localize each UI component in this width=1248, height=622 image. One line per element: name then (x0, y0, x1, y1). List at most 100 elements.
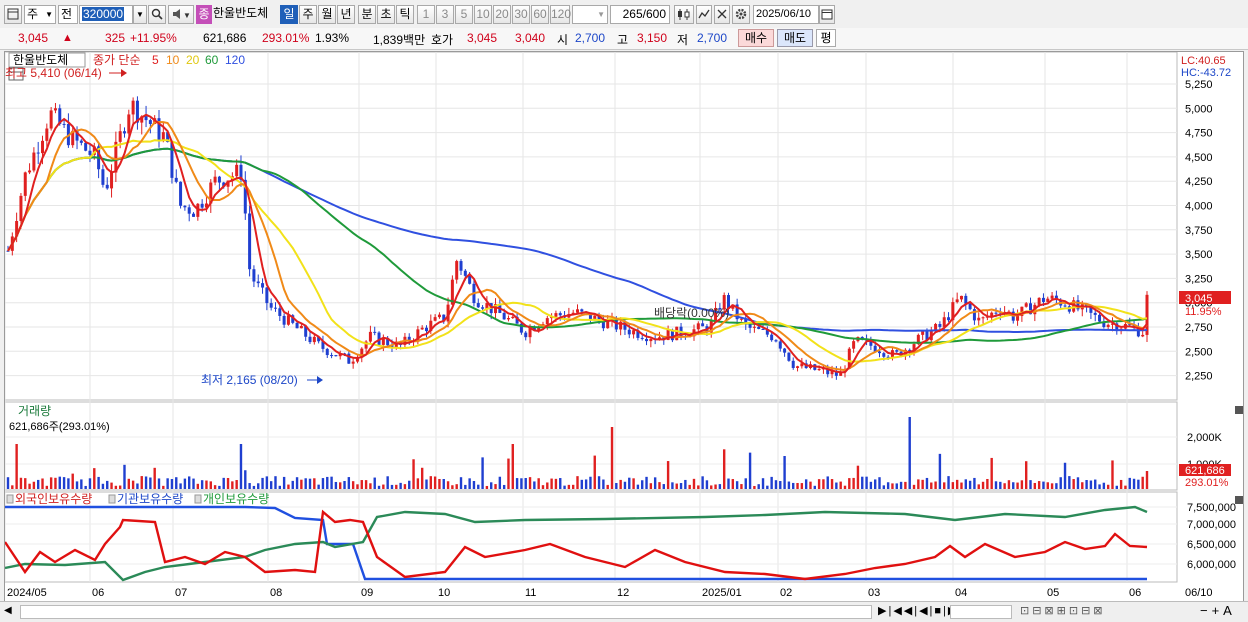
close-panel-icon[interactable] (1235, 406, 1243, 414)
volume-tag-pct: 293.01% (1185, 477, 1229, 489)
volume-bar (873, 479, 877, 489)
custom-interval-select[interactable]: ▼ (572, 5, 608, 24)
candle-body (368, 331, 372, 342)
tab-minute[interactable]: 분 (358, 5, 376, 24)
interval-30[interactable]: 30 (512, 5, 530, 24)
candle-body (299, 325, 303, 329)
volume-bar (964, 479, 967, 489)
candle-body (791, 360, 795, 368)
candle-type-icon[interactable] (674, 5, 694, 24)
volume-bar (580, 479, 584, 489)
holdings-axis-label: 6,000,000 (1187, 559, 1236, 571)
volume-bar (830, 479, 834, 489)
tab-week[interactable]: 주 (299, 5, 317, 24)
tab-second[interactable]: 초 (377, 5, 395, 24)
candle-body (79, 140, 83, 143)
candle-body (817, 369, 821, 371)
mode-select[interactable]: 전 (58, 5, 78, 24)
view-tools-icon[interactable]: ⊡⊟⊠⊞⊡⊟⊠ (1020, 604, 1106, 617)
calendar-icon[interactable] (819, 5, 835, 24)
volume-bar (356, 484, 359, 489)
volume-bar (149, 477, 152, 489)
volume-bar (813, 485, 816, 489)
interval-60[interactable]: 60 (531, 5, 549, 24)
playback-controls-icon[interactable]: ▶|◀◀|◀|■|▶ (878, 604, 958, 617)
zoom-buttons-icon[interactable]: −+A (1200, 603, 1236, 618)
tab-day[interactable]: 일 (280, 5, 298, 24)
volume-bar (222, 477, 225, 489)
chart-menu-icon[interactable] (4, 5, 22, 24)
search-icon[interactable] (148, 5, 166, 24)
buy-button[interactable]: 매수 (738, 29, 774, 47)
code-input[interactable]: 320000 (79, 5, 133, 24)
volume-bar (567, 484, 571, 489)
scroll-left-icon[interactable]: ◀ (4, 605, 12, 616)
volume-bar (610, 427, 614, 489)
tab-month[interactable]: 월 (318, 5, 336, 24)
period-select[interactable]: 주 ▼ (24, 5, 56, 24)
code-dropdown-button[interactable]: ▼ (133, 5, 147, 24)
volume-bar (848, 478, 851, 489)
interval-3[interactable]: 3 (436, 5, 454, 24)
zoom-slider[interactable] (950, 605, 1012, 619)
volume-bar (58, 476, 61, 489)
candle-body (955, 299, 959, 303)
interval-10[interactable]: 10 (474, 5, 492, 24)
svg-text:▼: ▼ (183, 11, 191, 20)
candle-body (312, 336, 316, 343)
volume-bar (19, 477, 23, 489)
tab-tick[interactable]: 틱 (396, 5, 414, 24)
candle-body (23, 172, 27, 196)
candle-body (1106, 324, 1110, 328)
tab-year[interactable]: 년 (337, 5, 355, 24)
volume-bar (1033, 482, 1037, 489)
candle-body (1024, 303, 1028, 307)
candle-body (252, 269, 256, 282)
volume-bar (118, 485, 122, 489)
candle-body (248, 213, 252, 270)
price-axis-label: 4,500 (1185, 152, 1213, 164)
hc-label: HC:-43.72 (1181, 67, 1231, 79)
volume-bar (977, 484, 980, 489)
date-input[interactable]: 2025/06/10 (753, 5, 819, 24)
candle-body (122, 131, 126, 134)
gear-icon[interactable] (732, 5, 750, 24)
pattern-icon[interactable] (714, 5, 730, 24)
indicator-icon[interactable] (696, 5, 712, 24)
volume-info: 621,686주(293.01%) (9, 421, 110, 433)
speaker-icon[interactable]: ▼ (168, 5, 194, 24)
volume-bar (455, 484, 458, 489)
sell-button[interactable]: 매도 (777, 29, 813, 47)
interval-1[interactable]: 1 (417, 5, 435, 24)
legend-ma5: 5 (152, 53, 159, 67)
chart-area[interactable]: 5,250 5,000 4,750 4,500 4,250 4,000 3,750 3,500… (4, 51, 1244, 602)
scroll-track[interactable] (20, 605, 872, 619)
volume-bar (550, 478, 553, 489)
interval-5[interactable]: 5 (455, 5, 473, 24)
close-panel-icon-2[interactable] (1235, 496, 1243, 504)
volume-bar (602, 479, 605, 489)
volume-bar (110, 482, 113, 489)
volume-bar (968, 480, 972, 489)
interval-120[interactable]: 120 (550, 5, 571, 24)
x-axis-label: 11 (525, 587, 536, 599)
interval-20[interactable]: 20 (493, 5, 511, 24)
volume-bar (684, 479, 687, 489)
volume-bar (1124, 485, 1127, 489)
volume-bar (921, 479, 924, 489)
candle-body (62, 123, 66, 125)
turnover: 1.93% (315, 31, 350, 45)
eval-button[interactable]: 평 (816, 29, 836, 47)
volume-bar (330, 476, 333, 489)
candle-body (481, 307, 485, 309)
volume-bar (239, 444, 243, 489)
volume-bar (1081, 482, 1084, 489)
volume-bar (114, 485, 118, 489)
volume-bar (28, 483, 31, 489)
volume-bar (1063, 462, 1067, 489)
legend-ma120: 120 (225, 53, 245, 67)
volume-bar (757, 484, 760, 489)
horizontal-scrollbar[interactable]: ◀ ▶|◀◀|◀|■|▶ ⊡⊟⊠⊞⊡⊟⊠ −+A (0, 601, 1248, 622)
volume-bar (852, 477, 855, 489)
count-input[interactable]: 265/600 (610, 5, 670, 24)
